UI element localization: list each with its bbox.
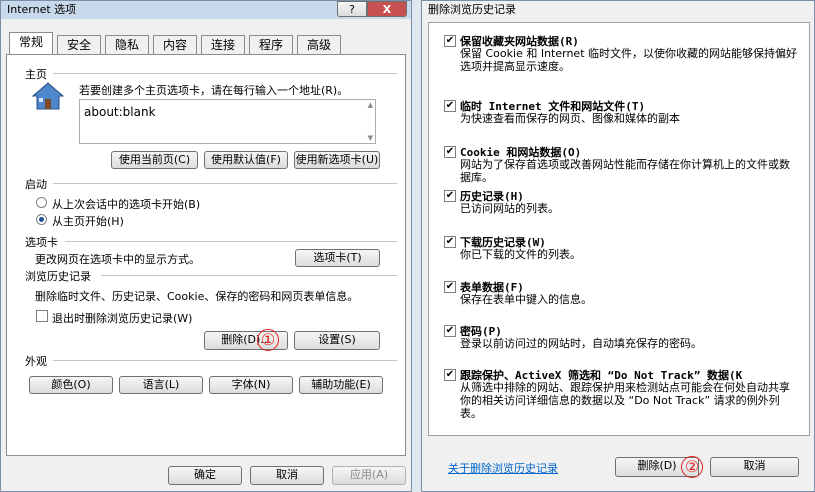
delete-option-checkbox[interactable]: ✔ bbox=[444, 281, 456, 293]
cancel-button[interactable]: 取消 bbox=[710, 457, 799, 477]
accessibility-button[interactable]: 辅助功能(E) bbox=[299, 376, 383, 394]
delete-history-dialog: 删除浏览历史记录 ✔ 保留收藏夹网站数据(R) 保留 Cookie 和 Intern… bbox=[421, 0, 815, 492]
delete-option-checkbox[interactable]: ✔ bbox=[444, 100, 456, 112]
history-section-label: 浏览历史记录 bbox=[25, 270, 91, 283]
homepage-section-label: 主页 bbox=[25, 68, 47, 81]
fonts-button[interactable]: 字体(N) bbox=[209, 376, 293, 394]
startup-homepage-radio[interactable] bbox=[36, 214, 47, 225]
tab-5[interactable]: 程序 bbox=[249, 35, 293, 54]
delete-option-desc: 保留 Cookie 和 Internet 临时文件，以使你收藏的网站能够保持偏好… bbox=[460, 47, 797, 73]
delete-option-desc: 你已下载的文件的列表。 bbox=[460, 248, 581, 261]
use-current-button[interactable]: 使用当前页(C) bbox=[111, 151, 198, 169]
tab-1[interactable]: 安全 bbox=[57, 35, 101, 54]
appearance-section-label: 外观 bbox=[25, 355, 47, 368]
tab-3[interactable]: 内容 bbox=[153, 35, 197, 54]
tab-2[interactable]: 隐私 bbox=[105, 35, 149, 54]
apply-button[interactable]: 应用(A) bbox=[332, 466, 406, 485]
close-button[interactable]: X bbox=[367, 1, 407, 17]
history-settings-button[interactable]: 设置(S) bbox=[294, 331, 380, 350]
tab-6[interactable]: 高级 bbox=[297, 35, 341, 54]
step-marker-2: ② bbox=[681, 456, 703, 478]
homepage-url-box[interactable]: about:blank ▲ ▼ bbox=[79, 99, 376, 144]
delete-option-desc: 网站为了保存首选项或改善网站性能而存储在你计算机上的文件或数据库。 bbox=[460, 158, 790, 184]
delete-option-desc: 为快速查看而保存的网页、图像和媒体的副本 bbox=[460, 112, 680, 125]
delete-option-desc: 已访问网站的列表。 bbox=[460, 202, 559, 215]
history-desc: 删除临时文件、历史记录、Cookie、保存的密码和网页表单信息。 bbox=[35, 290, 359, 303]
scroll-up-icon[interactable]: ▲ bbox=[368, 101, 373, 109]
delete-option-checkbox[interactable]: ✔ bbox=[444, 190, 456, 202]
tabs-section-desc: 更改网页在选项卡中的显示方式。 bbox=[35, 253, 200, 266]
scroll-down-icon[interactable]: ▼ bbox=[368, 134, 373, 142]
about-delete-history-link[interactable]: 关于删除浏览历史记录 bbox=[448, 460, 558, 476]
startup-last-session-radio[interactable] bbox=[36, 197, 47, 208]
startup-last-session-label: 从上次会话中的选项卡开始(B) bbox=[52, 198, 201, 211]
help-button[interactable]: ? bbox=[337, 1, 367, 17]
colors-button[interactable]: 颜色(O) bbox=[29, 376, 113, 394]
homepage-url: about:blank bbox=[84, 105, 156, 119]
delete-on-exit-checkbox[interactable] bbox=[36, 310, 48, 322]
delete-option-checkbox[interactable]: ✔ bbox=[444, 369, 456, 381]
startup-section-label: 启动 bbox=[25, 178, 47, 191]
step-marker-1: ① bbox=[257, 329, 279, 351]
ok-button[interactable]: 确定 bbox=[168, 466, 242, 485]
delete-on-exit-label: 退出时删除浏览历史记录(W) bbox=[52, 312, 193, 325]
delete-history-title: 删除浏览历史记录 bbox=[422, 1, 814, 19]
delete-option-desc: 从筛选中排除的网站、跟踪保护用来检测站点可能会在何处自动共享你的相关访问详细信息… bbox=[460, 381, 790, 420]
internet-options-window: Internet 选项 ? X 常规 安全 隐私 内容 连接 程序 高级 主页 若要创建多个… bbox=[0, 0, 412, 492]
tabs-settings-button[interactable]: 选项卡(T) bbox=[295, 249, 380, 267]
startup-homepage-label: 从主页开始(H) bbox=[52, 215, 124, 228]
tab-4[interactable]: 连接 bbox=[201, 35, 245, 54]
use-default-button[interactable]: 使用默认值(F) bbox=[204, 151, 288, 169]
delete-option-checkbox[interactable]: ✔ bbox=[444, 236, 456, 248]
use-new-tab-button[interactable]: 使用新选项卡(U) bbox=[294, 151, 380, 169]
delete-option-checkbox[interactable]: ✔ bbox=[444, 35, 456, 47]
tab-0[interactable]: 常规 bbox=[9, 32, 53, 55]
languages-button[interactable]: 语言(L) bbox=[119, 376, 203, 394]
cancel-button[interactable]: 取消 bbox=[250, 466, 324, 485]
tabs-section-label: 选项卡 bbox=[25, 236, 58, 249]
homepage-hint: 若要创建多个主页选项卡，请在每行输入一个地址(R)。 bbox=[79, 84, 349, 97]
delete-option-checkbox[interactable]: ✔ bbox=[444, 325, 456, 337]
home-icon bbox=[31, 82, 65, 110]
delete-option-desc: 登录以前访问过的网站时，自动填充保存的密码。 bbox=[460, 337, 702, 350]
delete-option-checkbox[interactable]: ✔ bbox=[444, 146, 456, 158]
delete-option-desc: 保存在表单中键入的信息。 bbox=[460, 293, 592, 306]
